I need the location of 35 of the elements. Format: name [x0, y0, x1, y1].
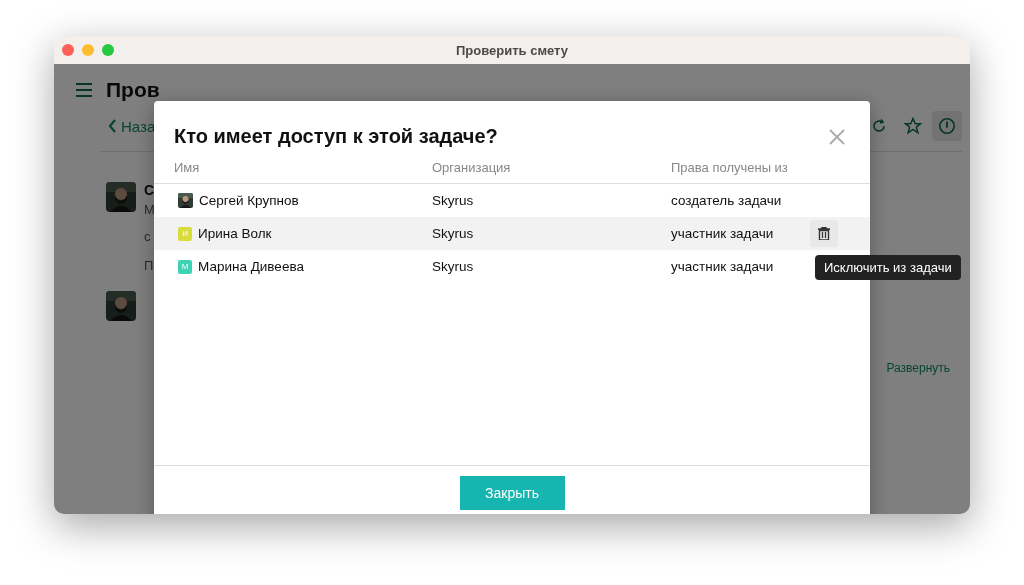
- comment-text: с: [144, 229, 152, 244]
- comment-text: П: [144, 258, 155, 273]
- comment-author: С: [144, 182, 155, 198]
- table-cell: Skyrus: [432, 193, 474, 208]
- close-button[interactable]: [828, 127, 846, 146]
- table-cell: участник задачи: [671, 259, 774, 274]
- zoom-window-button[interactable]: [102, 44, 114, 56]
- table-cell: Skyrus: [432, 226, 474, 241]
- table-row[interactable]: И Ирина Волк Skyrus участник задачи: [154, 217, 870, 250]
- star-icon: [904, 117, 922, 135]
- column-header: Права получены из: [671, 159, 788, 177]
- trash-icon: [818, 227, 830, 240]
- info-button[interactable]: [932, 111, 962, 141]
- delete-button[interactable]: [810, 220, 838, 247]
- close-window-button[interactable]: [62, 44, 74, 56]
- refresh-icon: [871, 118, 887, 134]
- comment-text: М: [144, 202, 155, 217]
- info-icon: [938, 117, 956, 135]
- table-cell: участник задачи: [671, 226, 774, 241]
- dialog-title: Кто имеет доступ к этой задаче?: [174, 125, 498, 148]
- table-cell: создатель задачи: [671, 193, 782, 208]
- avatar: М: [178, 259, 192, 274]
- chevron-left-icon: [108, 119, 117, 133]
- page-title: Пров: [106, 78, 160, 102]
- menu-icon[interactable]: [76, 83, 92, 97]
- window-title: Проверить смету: [456, 42, 568, 58]
- table-row[interactable]: Сергей Крупнов Skyrus создатель задачи: [154, 184, 870, 217]
- table-cell: Skyrus: [432, 259, 474, 274]
- column-header: Имя: [174, 159, 200, 177]
- avatar: И: [178, 226, 192, 241]
- tooltip: Исключить из задачи: [815, 255, 961, 280]
- person-name: Ирина Волк: [198, 226, 272, 241]
- column-header: Организация: [432, 159, 511, 177]
- person-name: Сергей Крупнов: [199, 193, 299, 208]
- person-name: Марина Дивеева: [198, 259, 304, 274]
